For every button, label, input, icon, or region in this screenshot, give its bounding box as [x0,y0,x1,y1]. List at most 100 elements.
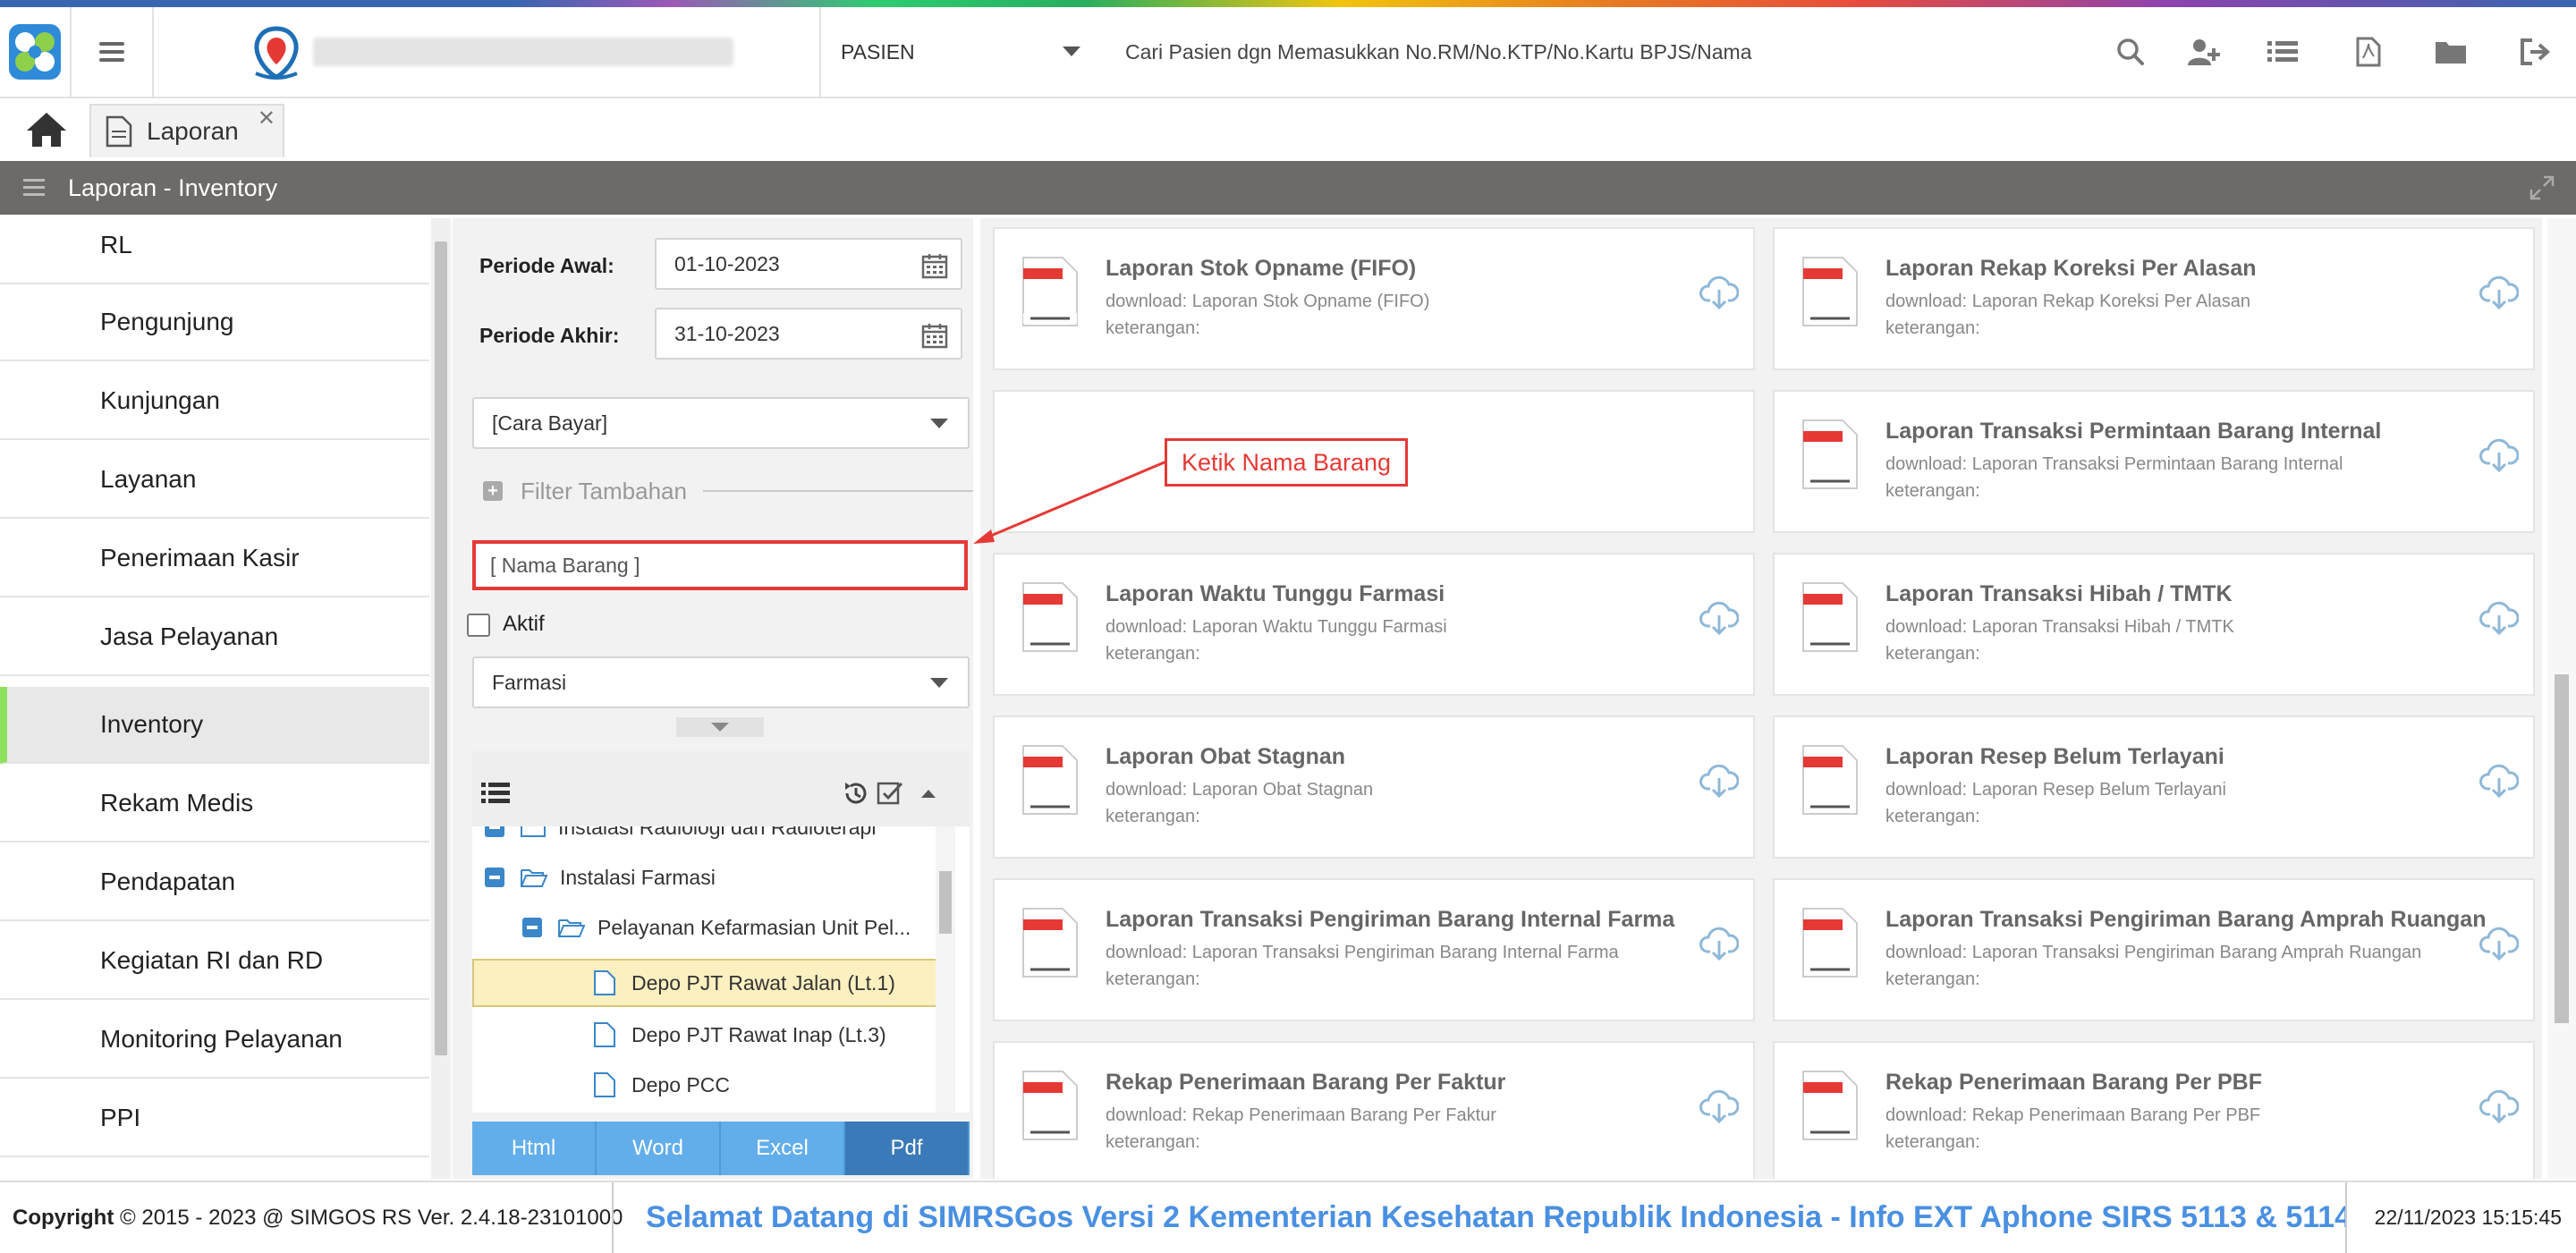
sidebar-item-pengunjung[interactable]: Pengunjung [0,284,429,361]
sidebar-item-jasa-pelayanan[interactable]: Jasa Pelayanan [0,599,429,676]
folder-icon[interactable] [2431,32,2470,72]
chevron-down-icon [930,678,948,688]
patient-search-input[interactable]: Cari Pasien dgn Memasukkan No.RM/No.KTP/… [1125,7,1752,97]
tree-node-label: Instalasi Radiologi dan Radioterapi [558,826,877,839]
report-card[interactable]: Laporan Transaksi Hibah / TMTK download:… [1773,553,2535,696]
sidebar-item-pendapatan[interactable]: Pendapatan [0,844,429,921]
sidebar-item-rekam-medis[interactable]: Rekam Medis [0,766,429,842]
report-title: Laporan Obat Stagnan [1106,744,1346,769]
chevron-up-icon[interactable] [919,787,937,800]
menu-toggle-button[interactable] [72,7,152,97]
report-list: Laporan Stok Opname (FIFO) download: Lap… [980,218,2542,1179]
sidebar-scrollbar[interactable] [431,218,451,1179]
report-document-icon [1022,1071,1078,1140]
report-card[interactable]: Laporan Transaksi Permintaan Barang Inte… [1773,390,2535,533]
collapse-handle[interactable] [676,717,764,737]
report-card[interactable]: Laporan Stok Opname (FIFO) download: Lap… [993,227,1755,370]
nama-barang-input[interactable]: [ Nama Barang ] [472,540,968,590]
expand-icon[interactable] [2529,175,2555,200]
list-icon[interactable] [481,782,510,805]
report-keterangan: keterangan: [1106,807,1200,826]
report-document-icon [1022,582,1078,652]
tree-node-depo-pcc[interactable]: Depo PCC [594,1061,730,1109]
tab-laporan[interactable]: Laporan ✕ [89,104,284,157]
cloud-download-icon[interactable] [2479,597,2519,637]
report-title: Laporan Rekap Koreksi Per Alasan [1885,256,2257,281]
report-document-icon [1802,1071,1858,1140]
sidebar-item-label: Penerimaan Kasir [100,544,300,571]
cloud-download-icon[interactable] [2479,760,2519,800]
cloud-download-icon[interactable] [2479,923,2519,962]
cloud-download-icon[interactable] [2479,1086,2519,1125]
report-card[interactable]: Rekap Penerimaan Barang Per PBF download… [1773,1041,2535,1179]
export-html-button[interactable]: Html [472,1122,597,1175]
cloud-download-icon[interactable] [2479,435,2519,474]
cara-bayar-select[interactable]: [Cara Bayar] [472,397,970,449]
report-card[interactable]: Laporan Transaksi Pengiriman Barang Ampr… [1773,878,2535,1021]
periode-akhir-field[interactable]: 31-10-2023 [655,308,962,360]
report-card[interactable]: Laporan Waktu Tunggu Farmasi download: L… [993,553,1755,696]
report-title: Laporan Transaksi Pengiriman Barang Ampr… [1885,907,2487,932]
report-download-text: download: Laporan Transaksi Permintaan B… [1885,454,2343,474]
add-user-icon[interactable] [2184,32,2224,72]
tree-node-pelayanan-kefarmasian[interactable]: Pelayanan Kefarmasian Unit Pel... [522,903,911,952]
history-icon[interactable] [843,780,869,807]
tree-node-instalasi-farmasi[interactable]: Instalasi Farmasi [485,853,716,902]
report-card[interactable]: Laporan Resep Belum Terlayani download: … [1773,715,2535,859]
collapse-icon[interactable] [485,868,504,887]
pdf-icon[interactable] [2349,32,2388,72]
instalasi-select[interactable]: Farmasi [472,656,970,708]
report-keterangan: keterangan: [1885,644,1980,664]
aktif-checkbox[interactable] [467,614,490,637]
report-title: Laporan Transaksi Permintaan Barang Inte… [1885,419,2382,444]
periode-awal-field[interactable]: 01-10-2023 [655,238,962,290]
export-pdf-button[interactable]: Pdf [845,1122,970,1175]
cloud-download-icon[interactable] [1699,597,1739,637]
collapse-icon[interactable] [522,918,542,937]
app-logo[interactable] [0,7,70,97]
tree-node-depo-pjt-rawat-inap[interactable]: Depo PJT Rawat Inap (Lt.3) [594,1011,886,1059]
top-accent-stripe [0,0,2576,7]
tree-node-depo-pjt-rawat-jalan[interactable]: Depo PJT Rawat Jalan (Lt.1) [472,959,941,1007]
home-icon[interactable] [25,109,72,152]
copyright-icon: © [120,1205,136,1230]
sidebar-item-ppi[interactable]: PPI [0,1080,429,1157]
filter-tambahan-toggle[interactable]: + Filter Tambahan [483,478,973,504]
sidebar-item-kegiatan-ri-rd[interactable]: Kegiatan RI dan RD [0,923,429,1000]
tree-node-radiologi[interactable]: Instalasi Radiologi dan Radioterapi [485,826,876,851]
patient-type-select[interactable]: PASIEN [821,7,1107,97]
report-card[interactable]: Laporan Rekap Koreksi Per Alasan downloa… [1773,227,2535,370]
chevron-down-icon [711,723,729,732]
logout-icon[interactable] [2515,32,2555,72]
sidebar-item-penerimaan-kasir[interactable]: Penerimaan Kasir [0,521,429,597]
calendar-icon[interactable] [921,252,948,279]
sidebar-item-rl[interactable]: RL [0,218,429,284]
expand-icon[interactable] [485,826,504,837]
report-scrollbar[interactable] [2547,218,2576,1179]
export-word-button[interactable]: Word [597,1122,721,1175]
search-icon[interactable] [2111,32,2150,72]
report-card[interactable]: Laporan Obat Stagnan download: Laporan O… [993,715,1755,859]
cloud-download-icon[interactable] [1699,272,1739,311]
report-download-text: download: Rekap Penerimaan Barang Per Fa… [1106,1105,1496,1125]
datetime: 22/11/2023 15:15:45 [2374,1206,2562,1229]
export-excel-button[interactable]: Excel [721,1122,845,1175]
sidebar-item-kunjungan[interactable]: Kunjungan [0,363,429,440]
check-all-icon[interactable] [877,780,903,807]
hamburger-icon[interactable] [23,179,45,197]
report-card[interactable]: Laporan Transaksi Pengiriman Barang Inte… [993,878,1755,1021]
cloud-download-icon[interactable] [1699,760,1739,800]
cloud-download-icon[interactable] [1699,923,1739,962]
file-icon [594,1072,615,1097]
cloud-download-icon[interactable] [2479,272,2519,311]
calendar-icon[interactable] [921,322,948,349]
list-icon[interactable] [2263,32,2302,72]
report-card[interactable]: Rekap Penerimaan Barang Per Faktur downl… [993,1041,1755,1179]
sidebar-item-inventory[interactable]: Inventory [0,687,429,764]
sidebar-item-layanan[interactable]: Layanan [0,442,429,519]
close-icon[interactable]: ✕ [258,106,275,131]
tree-scrollbar[interactable] [936,826,955,1113]
cloud-download-icon[interactable] [1699,1086,1739,1125]
sidebar-item-monitoring-pelayanan[interactable]: Monitoring Pelayanan [0,1002,429,1079]
report-title: Rekap Penerimaan Barang Per Faktur [1106,1070,1506,1095]
